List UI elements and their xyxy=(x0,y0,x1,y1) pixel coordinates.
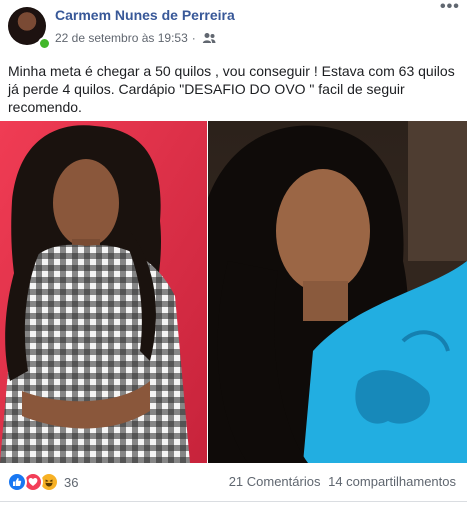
more-options-icon[interactable]: ••• xyxy=(440,0,459,15)
friends-icon[interactable] xyxy=(202,32,216,44)
engagement-stats: 21 Comentários 14 compartilhamentos xyxy=(229,474,456,489)
reactions-summary[interactable]: 36 xyxy=(7,472,78,492)
shares-count-link[interactable]: 14 compartilhamentos xyxy=(328,474,456,489)
post-text: Minha meta é chegar a 50 quilos , vou co… xyxy=(8,63,455,115)
photo-collage xyxy=(0,121,467,463)
post-footer: 36 21 Comentários 14 compartilhamentos xyxy=(0,463,467,502)
like-reaction-icon xyxy=(7,472,27,492)
post-header: Carmem Nunes de Perreira 22 de setembro … xyxy=(0,0,467,56)
before-photo[interactable] xyxy=(0,121,207,463)
post-meta: 22 de setembro às 19:53 · xyxy=(55,31,216,45)
after-photo[interactable] xyxy=(208,121,467,463)
author-name-link[interactable]: Carmem Nunes de Perreira xyxy=(55,7,235,23)
comments-count-link[interactable]: 21 Comentários xyxy=(229,474,321,489)
meta-separator: · xyxy=(191,31,196,45)
post-timestamp[interactable]: 22 de setembro às 19:53 xyxy=(55,31,188,45)
online-status-icon xyxy=(38,37,51,50)
reaction-count: 36 xyxy=(64,474,79,490)
